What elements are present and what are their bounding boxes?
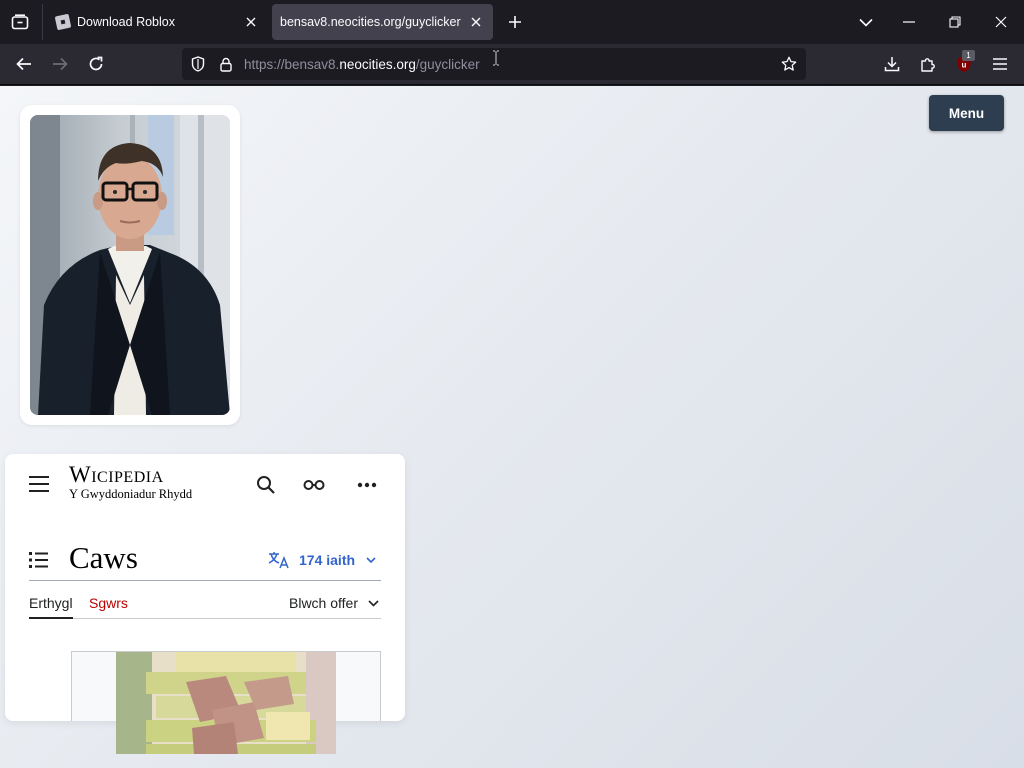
cheese-image[interactable]: [116, 652, 336, 754]
reload-icon[interactable]: [84, 52, 108, 76]
extension-badge: 1: [962, 50, 975, 61]
new-tab-button[interactable]: [504, 11, 526, 33]
tab-title: Download Roblox: [77, 15, 175, 29]
translate-icon: [268, 552, 289, 569]
text-cursor-icon: [493, 50, 499, 66]
wiki-tools-dropdown[interactable]: Blwch offer: [289, 595, 379, 611]
wiki-tab-article[interactable]: Erthygl: [29, 595, 73, 611]
active-tab-indicator: [29, 617, 73, 619]
back-arrow-icon[interactable]: [12, 52, 36, 76]
url-path: /guyclicker: [415, 57, 480, 72]
page-content: Menu Wicipedia Y Gwyddoniadur Rhydd Caws…: [0, 86, 1024, 768]
heading-divider: [29, 580, 381, 581]
wiki-article-title: Caws: [69, 540, 138, 575]
tab-list-icon[interactable]: [8, 10, 32, 34]
menu-button[interactable]: Menu: [929, 95, 1004, 131]
wiki-tools-label: Blwch offer: [289, 595, 358, 611]
extensions-puzzle-icon[interactable]: [916, 52, 940, 76]
tab-strip: Download Roblox bensav8.neocities.org/gu…: [0, 0, 1024, 44]
wiki-logo-tagline: Y Gwyddoniadur Rhydd: [69, 487, 193, 501]
wiki-reading-glasses-icon[interactable]: [303, 474, 325, 496]
guy-photo-card[interactable]: [20, 105, 240, 425]
restore-icon[interactable]: [943, 10, 967, 34]
close-window-icon[interactable]: [989, 10, 1013, 34]
list-all-tabs-chevron-icon[interactable]: [854, 10, 878, 34]
guy-photo[interactable]: [30, 115, 230, 415]
chevron-down-icon: [366, 556, 376, 563]
forward-arrow-icon[interactable]: [48, 52, 72, 76]
svg-text:u: u: [962, 61, 967, 70]
url-scheme: https://bensav8.: [244, 57, 340, 72]
url-text[interactable]: https://bensav8.neocities.org/guyclicker: [244, 57, 480, 72]
tab-download-roblox[interactable]: Download Roblox: [48, 4, 270, 40]
wiki-menu-hamburger-icon[interactable]: [29, 476, 49, 492]
tab-title: bensav8.neocities.org/guyclicker: [280, 15, 461, 29]
navigation-toolbar: https://bensav8.neocities.org/guyclicker…: [0, 44, 1024, 85]
wiki-search-icon[interactable]: [255, 474, 277, 496]
tab-divider: [42, 4, 43, 40]
app-menu-hamburger-icon[interactable]: [988, 52, 1012, 76]
bookmark-star-icon[interactable]: [781, 56, 797, 72]
lock-icon[interactable]: [218, 56, 234, 72]
minimize-icon[interactable]: [897, 10, 921, 34]
tracking-protection-shield-icon[interactable]: [190, 56, 206, 72]
wiki-language-count: 174 iaith: [299, 552, 356, 568]
tabs-divider: [29, 618, 381, 619]
close-tab-icon[interactable]: [242, 13, 260, 31]
roblox-favicon-icon: [54, 13, 72, 31]
wiki-more-ellipsis-icon[interactable]: [356, 474, 378, 496]
chevron-down-icon: [368, 599, 379, 607]
wiki-tab-talk[interactable]: Sgwrs: [89, 595, 128, 611]
close-tab-icon[interactable]: [467, 13, 485, 31]
tab-guyclicker[interactable]: bensav8.neocities.org/guyclicker: [272, 4, 493, 40]
wiki-table-of-contents-icon[interactable]: [29, 551, 49, 569]
downloads-icon[interactable]: [880, 52, 904, 76]
wiki-logo-wordmark[interactable]: Wicipedia: [69, 462, 164, 488]
wiki-language-button[interactable]: 174 iaith: [268, 550, 376, 570]
url-domain: neocities.org: [339, 57, 416, 72]
